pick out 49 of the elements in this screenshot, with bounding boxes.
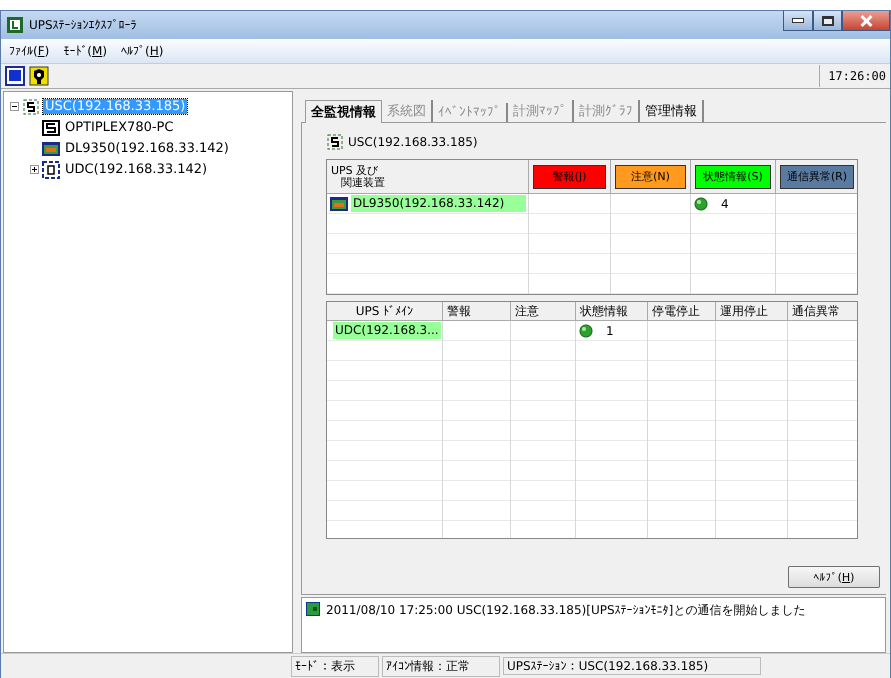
tool-icon[interactable] <box>29 66 49 86</box>
column-header[interactable]: 警報 <box>447 302 471 320</box>
column-header[interactable]: 通信異常(R) <box>780 164 854 188</box>
column-header[interactable]: 状態情報 <box>580 302 628 320</box>
tree-item[interactable]: DL9350(192.168.33.142) <box>63 141 231 156</box>
ups-icon <box>330 196 348 212</box>
help-button[interactable]: ﾍﾙﾌﾟ(H) <box>788 566 880 588</box>
close-button[interactable] <box>842 11 890 31</box>
column-header[interactable]: 関連装置 <box>331 176 385 188</box>
column-header[interactable]: UPS 及び <box>331 164 378 176</box>
minimize-button[interactable] <box>783 11 813 31</box>
tree-item[interactable]: OPTIPLEX780-PC <box>63 120 176 135</box>
column-header[interactable]: 注意(N) <box>615 164 686 188</box>
server-icon <box>22 98 40 116</box>
menu-item[interactable]: ﾌｧｲﾙ(F) <box>9 44 50 58</box>
domain-name[interactable]: UDC(192.168.3... <box>333 322 441 339</box>
log-icon <box>306 602 320 616</box>
status-count: 1 <box>606 324 614 338</box>
status-text: UPSｽﾃｰｼｮﾝ：USC(192.168.33.185) <box>503 657 761 675</box>
column-header[interactable]: UPS ﾄﾞﾒｲﾝ <box>356 304 414 318</box>
log-message: 2011/08/10 17:25:00 USC(192.168.33.185)[UPSｽﾃｰｼｮﾝﾓﾆﾀ]との通信を開始しました <box>326 602 806 619</box>
column-header[interactable]: 警報(J) <box>533 164 606 188</box>
menu-item[interactable]: ﾓｰﾄﾞ(M) <box>63 44 108 58</box>
status-text: ﾓｰﾄﾞ：表示 <box>291 656 379 676</box>
status-light-icon <box>694 196 708 210</box>
station-name: USC(192.168.33.185) <box>348 135 478 149</box>
column-header[interactable]: 注意 <box>515 302 539 320</box>
monitor-icon <box>42 118 60 136</box>
status-light-icon <box>579 324 593 338</box>
expand-toggle[interactable] <box>10 102 19 111</box>
column-header[interactable]: 運用停止 <box>720 302 768 320</box>
column-header[interactable]: 状態情報(S) <box>695 164 771 188</box>
tree-item[interactable]: UDC(192.168.33.142) <box>63 162 210 177</box>
column-header[interactable]: 通信異常 <box>792 302 840 320</box>
domain-icon <box>42 160 60 178</box>
status-text: ｱｲｺﾝ情報：正常 <box>382 656 500 676</box>
server-icon <box>326 133 344 151</box>
clock: 17:26:00 <box>819 65 890 87</box>
tab[interactable]: 全監視情報 <box>305 100 382 123</box>
monitor-icon[interactable] <box>5 66 25 86</box>
ups-icon <box>42 140 60 156</box>
window-title: UPSｽﾃｰｼｮﾝｴｸｽﾌﾟﾛｰﾗ <box>29 18 137 32</box>
app-icon <box>7 17 23 33</box>
maximize-button[interactable] <box>813 11 842 31</box>
column-header[interactable]: 停電停止 <box>652 302 700 320</box>
device-name[interactable]: DL9350(192.168.33.142) <box>351 195 526 212</box>
menu-item[interactable]: ﾍﾙﾌﾟ(H) <box>121 44 164 58</box>
expand-toggle[interactable] <box>30 165 39 174</box>
status-count: 4 <box>721 196 729 210</box>
